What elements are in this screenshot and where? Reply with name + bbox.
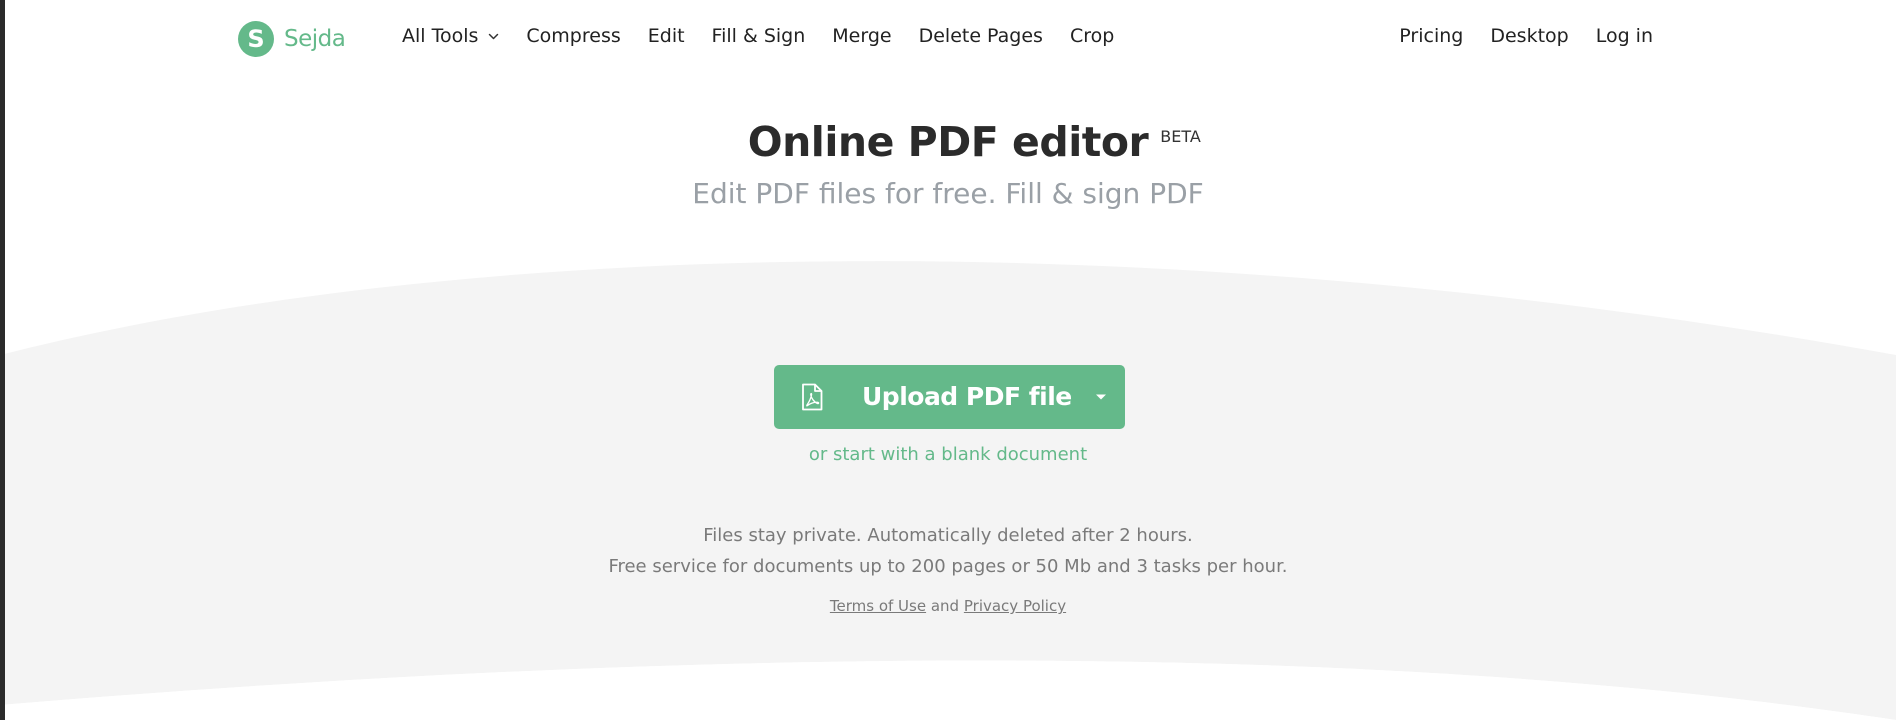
- nav-edit[interactable]: Edit: [648, 25, 685, 47]
- nav-all-tools[interactable]: All Tools: [402, 25, 499, 47]
- sejda-s-logo-icon: S: [238, 21, 274, 57]
- logo-text: Sejda: [284, 26, 346, 52]
- nav-fill-sign-label: Fill & Sign: [711, 25, 806, 47]
- nav-crop-label: Crop: [1069, 25, 1115, 47]
- blank-document-link-wrap: or start with a blank document: [0, 444, 1896, 465]
- privacy-info-text: Files stay private. Automatically delete…: [703, 525, 1193, 546]
- terms-of-use-link[interactable]: Terms of Use: [830, 597, 926, 615]
- nav-compress-label: Compress: [526, 25, 621, 47]
- legal-links: Terms of Use and Privacy Policy: [0, 597, 1896, 615]
- caret-down-icon: [1096, 394, 1106, 400]
- nav-delete-pages[interactable]: Delete Pages: [919, 25, 1043, 47]
- nav-pricing[interactable]: Pricing: [1399, 25, 1463, 47]
- nav-crop[interactable]: Crop: [1070, 25, 1114, 47]
- hero-title-wrap: Online PDF editor BETA: [0, 118, 1896, 166]
- upload-pdf-button[interactable]: Upload PDF file: [774, 365, 1125, 429]
- upload-options-dropdown[interactable]: [1077, 365, 1125, 429]
- privacy-policy-link[interactable]: Privacy Policy: [964, 597, 1066, 615]
- account-nav: Pricing Desktop Log in: [1399, 25, 1653, 47]
- chevron-down-icon: [489, 33, 499, 39]
- nav-desktop-label: Desktop: [1490, 25, 1569, 47]
- page-title-text: Online PDF editor: [747, 118, 1149, 166]
- nav-fill-sign[interactable]: Fill & Sign: [712, 25, 806, 47]
- sejda-logo[interactable]: S Sejda: [238, 21, 346, 57]
- usage-limits-text: Free service for documents up to 200 pag…: [608, 556, 1288, 577]
- beta-badge: BETA: [1160, 127, 1201, 146]
- main-nav: All Tools Compress Edit Fill & Sign Merg…: [402, 25, 1141, 47]
- site-header: S Sejda All Tools Compress Edit Fill & S…: [0, 0, 1896, 78]
- pdf-file-icon: [802, 383, 823, 411]
- nav-desktop[interactable]: Desktop: [1490, 25, 1568, 47]
- nav-merge[interactable]: Merge: [832, 25, 891, 47]
- page-title: Online PDF editor BETA: [747, 118, 1201, 166]
- nav-edit-label: Edit: [647, 25, 685, 47]
- upload-pdf-label: Upload PDF file: [862, 382, 1072, 411]
- page-subtitle: Edit PDF files for free. Fill & sign PDF: [692, 177, 1204, 210]
- start-blank-document-link[interactable]: or start with a blank document: [809, 444, 1087, 465]
- nav-log-in-label: Log in: [1595, 25, 1653, 47]
- nav-pricing-label: Pricing: [1399, 25, 1464, 47]
- page: S Sejda All Tools Compress Edit Fill & S…: [0, 0, 1896, 720]
- nav-compress[interactable]: Compress: [526, 25, 620, 47]
- legal-and-text: and: [930, 597, 960, 615]
- nav-all-tools-label: All Tools: [402, 25, 479, 47]
- nav-merge-label: Merge: [832, 25, 892, 47]
- nav-log-in[interactable]: Log in: [1596, 25, 1653, 47]
- nav-delete-pages-label: Delete Pages: [918, 25, 1043, 47]
